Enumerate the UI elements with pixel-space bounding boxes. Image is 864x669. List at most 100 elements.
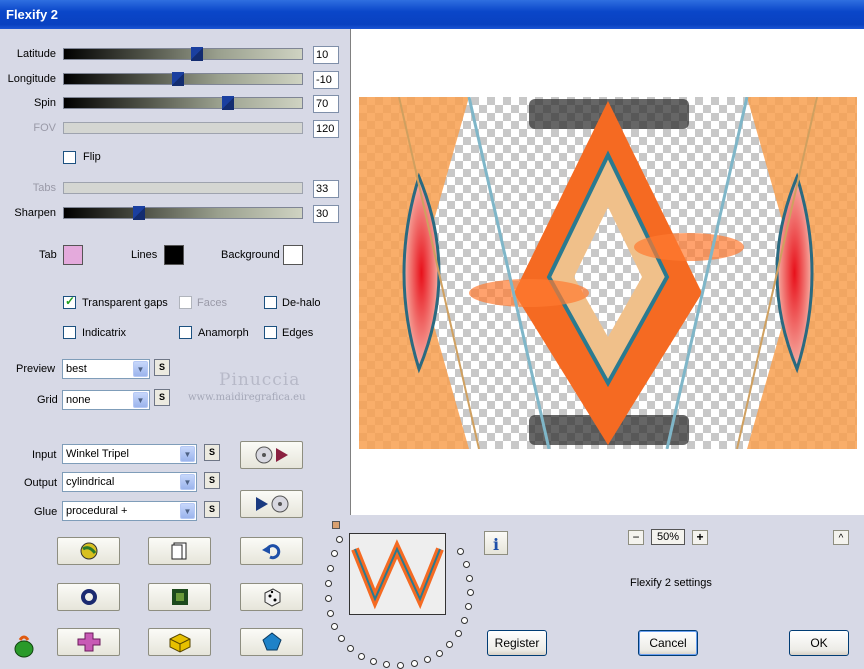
watermark-title: Pinuccia [219, 370, 301, 390]
dehalo-checkbox[interactable] [264, 296, 277, 309]
pentagon-shape-button[interactable] [240, 628, 303, 656]
tab-color-swatch[interactable] [63, 245, 83, 265]
grid-s-button[interactable]: S [154, 389, 170, 406]
ok-button[interactable]: OK [789, 630, 849, 656]
anamorph-checkbox[interactable] [179, 326, 192, 339]
collapse-button[interactable]: ^ [833, 530, 849, 545]
flip-checkbox[interactable] [63, 151, 76, 164]
indicatrix-checkbox[interactable] [63, 326, 76, 339]
load-input-button[interactable] [240, 441, 303, 469]
zoom-out-button[interactable]: − [628, 530, 644, 545]
chevron-down-icon[interactable]: ▼ [180, 446, 195, 462]
chevron-down-icon[interactable]: ▼ [180, 503, 195, 519]
title-bar: Flexify 2 [0, 0, 864, 29]
input-label: Input [32, 449, 57, 461]
output-label: Output [24, 477, 58, 489]
longitude-value[interactable]: -10 [313, 71, 339, 89]
longitude-slider[interactable] [63, 72, 303, 86]
anamorph-label: Anamorph [198, 327, 249, 339]
grid-label: Grid [37, 394, 58, 406]
info-icon: i [493, 535, 500, 554]
fov-slider [63, 122, 303, 134]
transparent-gaps-checkbox[interactable]: ✓ [63, 294, 76, 309]
watermark-url: www.maidiregrafica.eu [188, 392, 306, 403]
latitude-slider[interactable] [63, 47, 303, 61]
circle-shape-button[interactable] [57, 583, 120, 611]
undo-icon [261, 544, 280, 560]
pentagon-icon [261, 632, 282, 651]
faces-label: Faces [197, 297, 227, 309]
latitude-label: Latitude [16, 48, 56, 60]
zoom-level: 50% [651, 529, 685, 545]
plugin-logo-icon [12, 634, 36, 661]
undo-button[interactable] [240, 537, 303, 565]
zoom-in-button[interactable]: + [692, 530, 708, 545]
fov-label: FOV [33, 122, 56, 134]
sharpen-thumb[interactable] [133, 206, 145, 220]
page-icon [171, 542, 186, 560]
output-value: cylindrical [66, 476, 115, 488]
randomize-tool-button[interactable] [57, 537, 120, 565]
tabs-value: 33 [313, 180, 339, 198]
spin-slider[interactable] [63, 96, 303, 110]
ring-icon [80, 589, 97, 605]
check-mark-icon: ✓ [65, 294, 76, 308]
dehalo-label: De-halo [282, 297, 321, 309]
longitude-thumb[interactable] [172, 72, 184, 86]
background-color-swatch[interactable] [283, 245, 303, 265]
random-dice-button[interactable] [240, 583, 303, 611]
chevron-down-icon[interactable]: ▼ [133, 361, 148, 377]
glue-select[interactable]: procedural + ▼ [62, 501, 197, 521]
square-shape-button[interactable] [148, 583, 211, 611]
window-title: Flexify 2 [6, 7, 59, 22]
play-disc-icon [255, 495, 288, 513]
input-s-button[interactable]: S [204, 444, 220, 461]
square-icon [171, 589, 188, 605]
tabs-label: Tabs [32, 182, 56, 194]
input-value: Winkel Tripel [66, 448, 129, 460]
indicatrix-label: Indicatrix [82, 327, 127, 339]
latitude-value[interactable]: 10 [313, 46, 339, 64]
sharpen-slider[interactable] [63, 206, 303, 220]
tab-color-label: Tab [39, 249, 57, 261]
preview-select[interactable]: best ▼ [62, 359, 150, 379]
spin-value[interactable]: 70 [313, 95, 339, 113]
sharpen-value[interactable]: 30 [313, 205, 339, 223]
navigator-handle[interactable] [332, 521, 340, 529]
sharpen-label: Sharpen [14, 207, 56, 219]
cube-icon [169, 633, 190, 653]
preview-value: best [66, 363, 87, 375]
cancel-button[interactable]: Cancel [638, 630, 698, 656]
chevron-down-icon[interactable]: ▼ [180, 474, 195, 490]
settings-label: Flexify 2 settings [630, 577, 712, 589]
disc-play-icon [255, 446, 288, 464]
chevron-down-icon[interactable]: ▼ [133, 392, 148, 408]
copy-button[interactable] [148, 537, 211, 565]
cube-shape-button[interactable] [148, 628, 211, 656]
cross-shape-button[interactable] [57, 628, 120, 656]
info-button[interactable]: i [484, 531, 508, 555]
flip-label: Flip [83, 151, 101, 163]
output-s-button[interactable]: S [204, 472, 220, 489]
spin-thumb[interactable] [222, 96, 234, 110]
lines-color-swatch[interactable] [164, 245, 184, 265]
preview-panel[interactable] [350, 29, 864, 515]
output-select[interactable]: cylindrical ▼ [62, 472, 197, 492]
grid-select[interactable]: none ▼ [62, 390, 150, 410]
grid-value: none [66, 394, 91, 406]
edges-checkbox[interactable] [264, 326, 277, 339]
preview-s-button[interactable]: S [154, 359, 170, 376]
thumbnail-image [350, 534, 445, 614]
fov-value: 120 [313, 120, 339, 138]
latitude-thumb[interactable] [191, 47, 203, 61]
transparent-gaps-label: Transparent gaps [82, 297, 168, 309]
register-button[interactable]: Register [487, 630, 547, 656]
dice-icon [264, 588, 280, 607]
input-select[interactable]: Winkel Tripel ▼ [62, 444, 197, 464]
faces-checkbox [179, 296, 192, 309]
glue-s-button[interactable]: S [204, 501, 220, 518]
save-output-button[interactable] [240, 490, 303, 518]
glue-label: Glue [34, 506, 58, 518]
glue-value: procedural + [66, 505, 128, 517]
thumbnail-preview[interactable] [349, 533, 446, 615]
